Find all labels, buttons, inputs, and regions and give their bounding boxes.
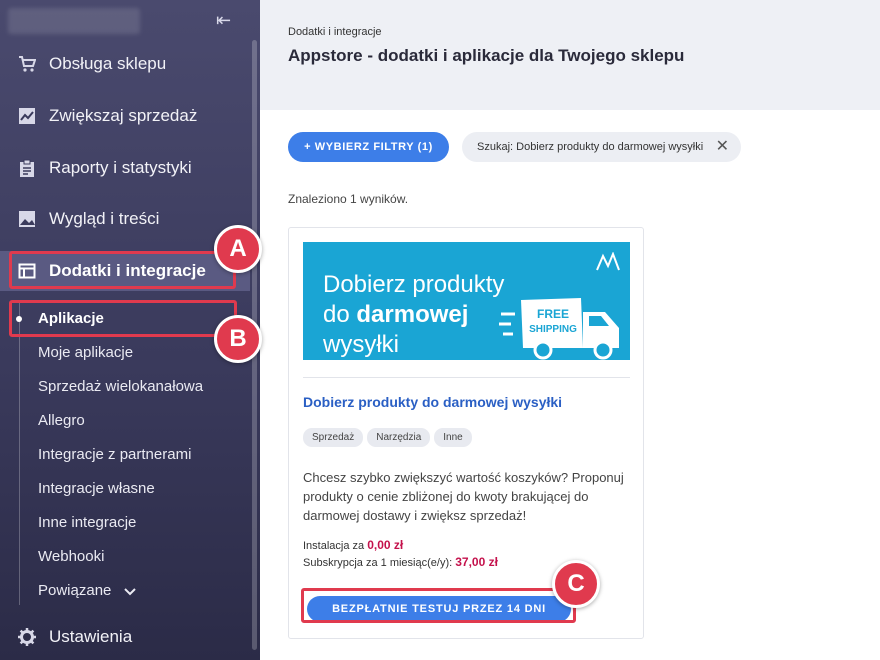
chevron-down-icon <box>123 583 136 600</box>
install-price-value: 0,00 zł <box>367 538 404 552</box>
submenu-item-powiazane[interactable]: Powiązane <box>38 582 136 600</box>
app-logo-icon <box>596 252 620 271</box>
app-banner[interactable]: Dobierz produkty do darmowej wysyłki FRE… <box>303 242 630 360</box>
highlight-box-a <box>9 251 236 289</box>
subscription-price-value: 37,00 zł <box>455 555 498 569</box>
subscription-price: Subskrypcja za 1 miesiąc(e/y): 37,00 zł <box>303 555 498 569</box>
tag: Sprzedaż <box>303 428 364 447</box>
tag: Inne <box>434 428 472 447</box>
sidebar-item-wyglad[interactable]: Wygląd i treści <box>0 199 250 239</box>
clipboard-icon <box>18 159 36 177</box>
choose-filters-button[interactable]: + WYBIERZ FILTRY (1) <box>288 132 449 162</box>
delivery-truck-icon: FREE SHIPPING <box>499 298 619 360</box>
banner-line-3: wysyłki <box>323 331 399 358</box>
search-filter-chip: Szukaj: Dobierz produkty do darmowej wys… <box>462 132 741 162</box>
close-icon[interactable]: ✕ <box>716 138 729 156</box>
tag: Narzędzia <box>367 428 431 447</box>
gear-icon <box>18 628 36 646</box>
search-chip-label: Szukaj: Dobierz produkty do darmowej wys… <box>477 141 704 153</box>
annotation-badge-c: C <box>552 560 600 608</box>
annotation-badge-a: A <box>214 225 262 273</box>
sidebar-item-obsluga-sklepu[interactable]: Obsługa sklepu <box>0 44 250 84</box>
highlight-box-b <box>9 300 237 337</box>
submenu-item-integracje-z-partnerami[interactable]: Integracje z partnerami <box>38 446 191 463</box>
banner-badge-line-2: SHIPPING <box>529 324 577 335</box>
banner-line-2-bold: darmowej <box>356 301 469 328</box>
sidebar-item-label: Raporty i statystyki <box>49 158 192 177</box>
submenu-item-sprzedaz-wielokanalowa[interactable]: Sprzedaż wielokanałowa <box>38 378 203 395</box>
banner-badge-line-1: FREE <box>537 307 569 321</box>
submenu-item-allegro[interactable]: Allegro <box>38 412 85 429</box>
results-count: Znaleziono 1 wyników. <box>288 192 409 206</box>
cart-icon <box>18 55 36 73</box>
breadcrumb[interactable]: Dodatki i integracje <box>288 26 382 38</box>
submenu-item-label: Powiązane <box>38 582 112 599</box>
submenu-item-webhooki[interactable]: Webhooki <box>38 548 104 565</box>
app-description: Chcesz szybko zwiększyć wartość koszyków… <box>303 470 624 523</box>
app-title[interactable]: Dobierz produkty do darmowej wysyłki <box>303 394 562 410</box>
image-icon <box>18 210 36 228</box>
page-header: Dodatki i integracje Appstore - dodatki … <box>260 0 880 110</box>
banner-line-2: do darmowej <box>323 300 504 330</box>
sidebar-item-label: Obsługa sklepu <box>49 54 167 73</box>
install-price: Instalacja za 0,00 zł <box>303 538 403 552</box>
banner-line-1: Dobierz produkty <box>323 271 505 298</box>
chart-icon <box>18 107 36 125</box>
divider <box>303 377 630 378</box>
app-tags: Sprzedaż Narzędzia Inne <box>303 428 472 447</box>
collapse-sidebar-icon[interactable]: ⇤ <box>216 10 242 30</box>
sidebar-item-raporty[interactable]: Raporty i statystyki <box>0 148 250 188</box>
submenu-line <box>19 300 20 605</box>
sidebar-item-ustawienia[interactable]: Ustawienia <box>0 617 250 657</box>
banner-text: Dobierz produkty do darmowej wysyłki <box>323 270 504 360</box>
subscription-price-label: Subskrypcja za 1 miesiąc(e/y): <box>303 557 456 569</box>
annotation-badge-b: B <box>214 315 262 363</box>
submenu-item-inne-integracje[interactable]: Inne integracje <box>38 514 136 531</box>
shop-logo[interactable] <box>8 8 140 34</box>
highlight-box-c <box>301 588 576 623</box>
sidebar-item-label: Ustawienia <box>49 627 133 646</box>
sidebar-item-label: Wygląd i treści <box>49 209 160 228</box>
install-price-label: Instalacja za <box>303 540 368 552</box>
sidebar-item-zwiekszaj-sprzedaz[interactable]: Zwiększaj sprzedaż <box>0 96 250 136</box>
sidebar-item-label: Zwiększaj sprzedaż <box>49 106 198 125</box>
submenu-item-moje-aplikacje[interactable]: Moje aplikacje <box>38 344 133 361</box>
submenu-item-integracje-wlasne[interactable]: Integracje własne <box>38 480 155 497</box>
banner-line-2-prefix: do <box>323 301 357 328</box>
page-title: Appstore - dodatki i aplikacje dla Twoje… <box>288 46 685 65</box>
